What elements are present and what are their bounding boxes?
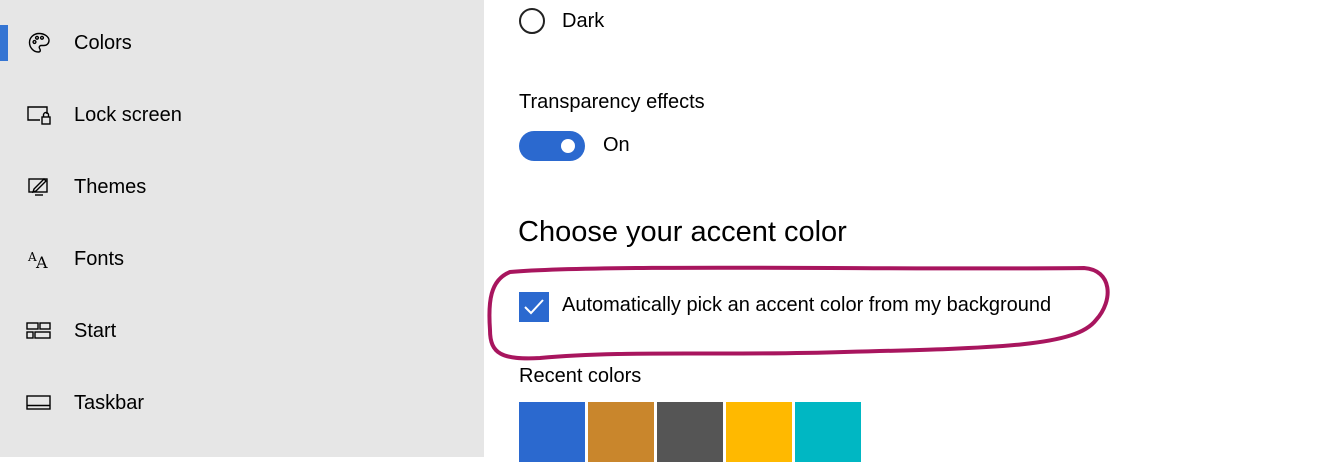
sidebar-item-themes[interactable]: Themes [0, 159, 484, 215]
sidebar-item-lock-screen[interactable]: Lock screen [0, 87, 484, 143]
dark-mode-label: Dark [562, 10, 605, 32]
transparency-toggle[interactable] [519, 131, 585, 161]
transparency-label: Transparency effects [519, 91, 705, 113]
svg-text:A: A [35, 253, 48, 271]
recent-colors-label: Recent colors [519, 365, 642, 387]
lock-screen-icon [26, 102, 52, 128]
sidebar-item-label: Start [74, 319, 117, 342]
themes-icon [26, 174, 52, 200]
sidebar-item-start[interactable]: Start [0, 303, 484, 359]
sidebar-item-fonts[interactable]: A A Fonts [0, 231, 484, 287]
sidebar-item-label: Lock screen [74, 103, 182, 126]
fonts-icon: A A [26, 246, 52, 272]
sidebar-item-colors[interactable]: Colors [0, 15, 484, 71]
dark-mode-radio[interactable] [519, 8, 545, 34]
sidebar-item-label: Themes [74, 175, 147, 198]
recent-color-swatch[interactable] [657, 402, 723, 462]
transparency-state-label: On [603, 134, 630, 156]
taskbar-icon [26, 390, 52, 416]
recent-color-swatch[interactable] [519, 402, 585, 462]
accent-section-title: Choose your accent color [518, 216, 847, 248]
highlight-annotation [487, 265, 1110, 361]
recent-color-swatch[interactable] [795, 402, 861, 462]
sidebar-item-label: Colors [74, 31, 132, 54]
toggle-knob [561, 139, 575, 153]
sidebar-item-label: Taskbar [74, 391, 145, 414]
settings-sidebar: Colors Lock screen Themes A A Fonts Star… [0, 0, 484, 457]
recent-color-swatch[interactable] [726, 402, 792, 462]
palette-icon [26, 30, 52, 56]
sidebar-item-taskbar[interactable]: Taskbar [0, 375, 484, 431]
sidebar-item-label: Fonts [74, 247, 125, 270]
start-icon [26, 318, 52, 344]
recent-color-swatch[interactable] [588, 402, 654, 462]
